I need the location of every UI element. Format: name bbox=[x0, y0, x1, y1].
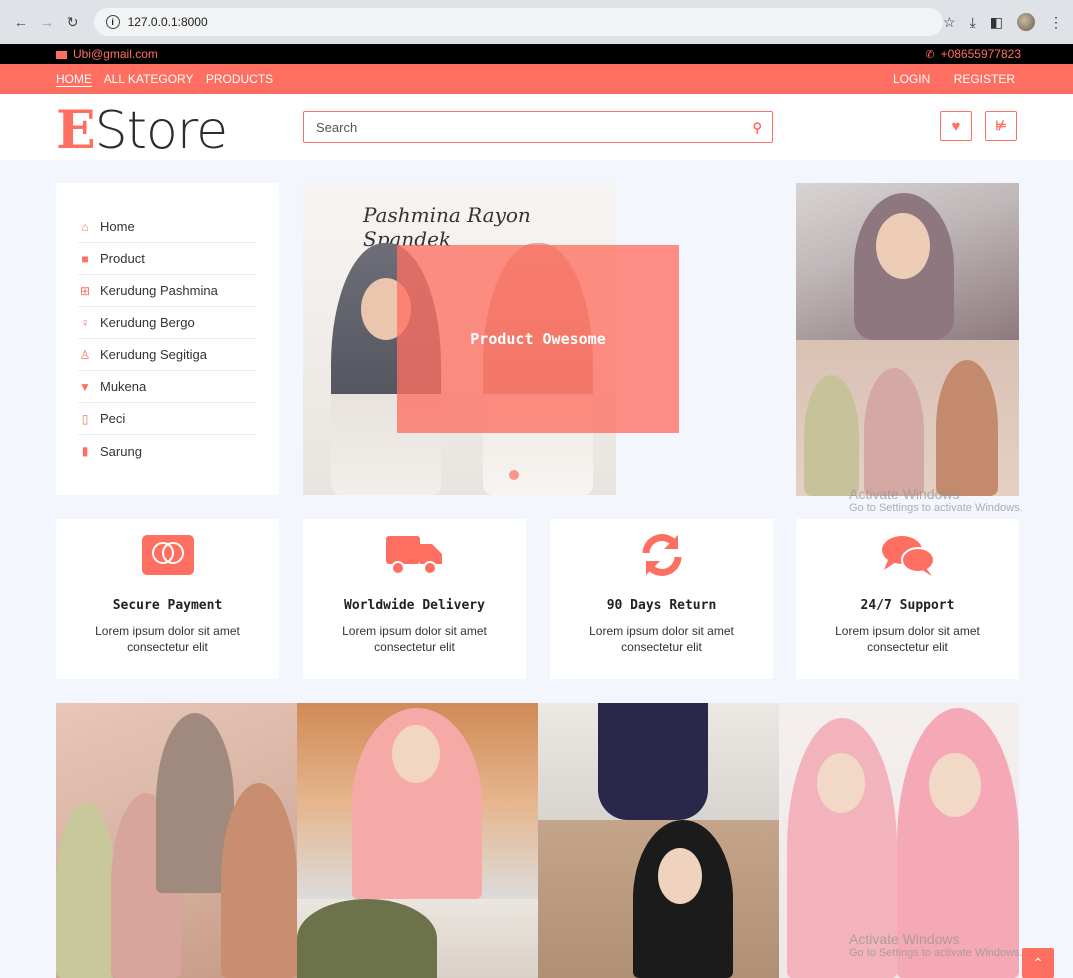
comments-icon bbox=[796, 533, 1019, 577]
feature-desc: Lorem ipsum dolor sit amet consectetur e… bbox=[342, 624, 487, 654]
feature-24-7-support: 24/7 Support Lorem ipsum dolor sit amet … bbox=[796, 519, 1019, 679]
contact-bar: Ubi@gmail.com ✆ +08655977823 bbox=[0, 44, 1073, 64]
email-text: Ubi@gmail.com bbox=[73, 47, 158, 61]
feature-title: 90 Days Return bbox=[606, 598, 717, 613]
wishlist-button[interactable]: ♥ bbox=[940, 111, 972, 141]
sidebar-item-sarung[interactable]: ▮ Sarung bbox=[78, 435, 257, 467]
feature-title: Worldwide Delivery bbox=[344, 598, 485, 613]
url-text: 127.0.0.1:8000 bbox=[127, 15, 208, 29]
address-bar[interactable]: i 127.0.0.1:8000 bbox=[93, 8, 944, 36]
forward-icon[interactable]: → bbox=[36, 11, 58, 33]
site-header: EStore Search ⚲ ♥ ⊭ bbox=[0, 94, 1073, 161]
phone-text: +08655977823 bbox=[940, 47, 1021, 61]
chevron-up-icon: ⌃ bbox=[1032, 954, 1044, 971]
sidebar-item-peci[interactable]: ▯ Peci bbox=[78, 403, 257, 435]
nav-login[interactable]: LOGIN bbox=[893, 72, 930, 86]
sidebar-item-home[interactable]: ⌂ Home bbox=[78, 211, 257, 243]
browser-toolbar: ← → ↻ i 127.0.0.1:8000 ☆ ⤓ ◧ ⋮ bbox=[0, 0, 1073, 44]
feature-title: 24/7 Support bbox=[860, 598, 955, 613]
profile-avatar[interactable] bbox=[1017, 13, 1036, 31]
feature-title: Secure Payment bbox=[112, 598, 223, 613]
heart-icon: ♥ bbox=[951, 117, 961, 135]
nav-all-kategory[interactable]: ALL KATEGORY bbox=[104, 72, 194, 86]
sidebar-item-kerudung-segitiga[interactable]: ♙ Kerudung Segitiga bbox=[78, 339, 257, 371]
cart-button[interactable]: ⊭ bbox=[985, 111, 1017, 141]
star-icon[interactable]: ☆ bbox=[943, 14, 956, 31]
feature-desc: Lorem ipsum dolor sit amet consectetur e… bbox=[835, 624, 980, 654]
bookmark-icon: ▮ bbox=[81, 444, 89, 458]
menu-icon[interactable]: ⋮ bbox=[1049, 14, 1063, 31]
activate-windows-watermark-bottom: Activate Windows Go to Settings to activ… bbox=[849, 931, 1023, 959]
feature-worldwide-delivery: Worldwide Delivery Lorem ipsum dolor sit… bbox=[303, 519, 526, 679]
credit-card-icon bbox=[56, 533, 279, 577]
sidebar-item-product[interactable]: ■ Product bbox=[78, 243, 257, 275]
nav-register[interactable]: REGISTER bbox=[954, 72, 1015, 86]
product-photo-pink-segitiga[interactable] bbox=[297, 703, 538, 899]
plus-square-icon: ⊞ bbox=[79, 283, 91, 298]
carousel-script-title: Pashmina Rayon Spandek bbox=[363, 203, 531, 251]
product-photo-mauve-hijab[interactable] bbox=[796, 183, 1019, 340]
home-icon: ⌂ bbox=[81, 219, 89, 234]
search-icon[interactable]: ⚲ bbox=[752, 120, 762, 136]
search-input[interactable]: Search ⚲ bbox=[303, 111, 773, 143]
feature-90-days-return: 90 Days Return Lorem ipsum dolor sit ame… bbox=[550, 519, 773, 679]
feature-secure-payment: Secure Payment Lorem ipsum dolor sit ame… bbox=[56, 519, 279, 679]
reload-icon[interactable]: ↻ bbox=[62, 11, 84, 33]
product-photo-olive-hijab[interactable] bbox=[297, 899, 538, 978]
nav-products[interactable]: PRODUCTS bbox=[206, 72, 273, 86]
carousel-overlay-caption: Product Owesome bbox=[397, 245, 679, 433]
main-nav: HOME ALL KATEGORY PRODUCTS LOGIN REGISTE… bbox=[0, 64, 1073, 94]
logo[interactable]: EStore bbox=[56, 100, 228, 161]
tablet-icon: ▯ bbox=[81, 411, 89, 426]
back-icon[interactable]: ← bbox=[10, 11, 32, 33]
carousel-indicator[interactable] bbox=[509, 470, 519, 480]
product-photo-navy-hijab[interactable] bbox=[538, 703, 779, 820]
side-panel-icon[interactable]: ◧ bbox=[990, 14, 1003, 31]
sidebar-item-kerudung-bergo[interactable]: ♀ Kerudung Bergo bbox=[78, 307, 257, 339]
phone-contact[interactable]: ✆ +08655977823 bbox=[925, 47, 1021, 61]
scroll-to-top-button[interactable]: ⌃ bbox=[1022, 948, 1054, 978]
activate-windows-watermark-top: Activate Windows Go to Settings to activ… bbox=[849, 486, 1023, 514]
envelope-icon bbox=[56, 50, 67, 59]
sync-icon bbox=[550, 533, 773, 577]
download-icon[interactable]: ⤓ bbox=[970, 14, 976, 31]
shirt-icon: ▼ bbox=[79, 379, 91, 394]
product-photo-black-hijab[interactable] bbox=[538, 820, 779, 978]
phone-icon: ✆ bbox=[925, 49, 935, 61]
nav-home[interactable]: HOME bbox=[56, 72, 92, 87]
search-placeholder: Search bbox=[316, 119, 358, 135]
truck-icon bbox=[303, 533, 526, 577]
feature-desc: Lorem ipsum dolor sit amet consectetur e… bbox=[589, 624, 734, 654]
child-icon: ♙ bbox=[79, 347, 91, 362]
info-icon[interactable]: i bbox=[105, 15, 120, 29]
product-photo-group-pashmina[interactable] bbox=[56, 703, 297, 978]
sidebar-item-kerudung-pashmina[interactable]: ⊞ Kerudung Pashmina bbox=[78, 275, 257, 307]
category-sidebar: ⌂ Home ■ Product ⊞ Kerudung Pashmina ♀ Kerud… bbox=[56, 183, 279, 495]
bag-icon: ■ bbox=[81, 251, 89, 266]
cart-icon: ⊭ bbox=[995, 118, 1007, 133]
female-icon: ♀ bbox=[80, 315, 90, 330]
email-contact[interactable]: Ubi@gmail.com bbox=[56, 47, 158, 61]
product-photo-group-pastel[interactable] bbox=[796, 340, 1019, 496]
feature-desc: Lorem ipsum dolor sit amet consectetur e… bbox=[95, 624, 240, 654]
sidebar-item-mukena[interactable]: ▼ Mukena bbox=[78, 371, 257, 403]
